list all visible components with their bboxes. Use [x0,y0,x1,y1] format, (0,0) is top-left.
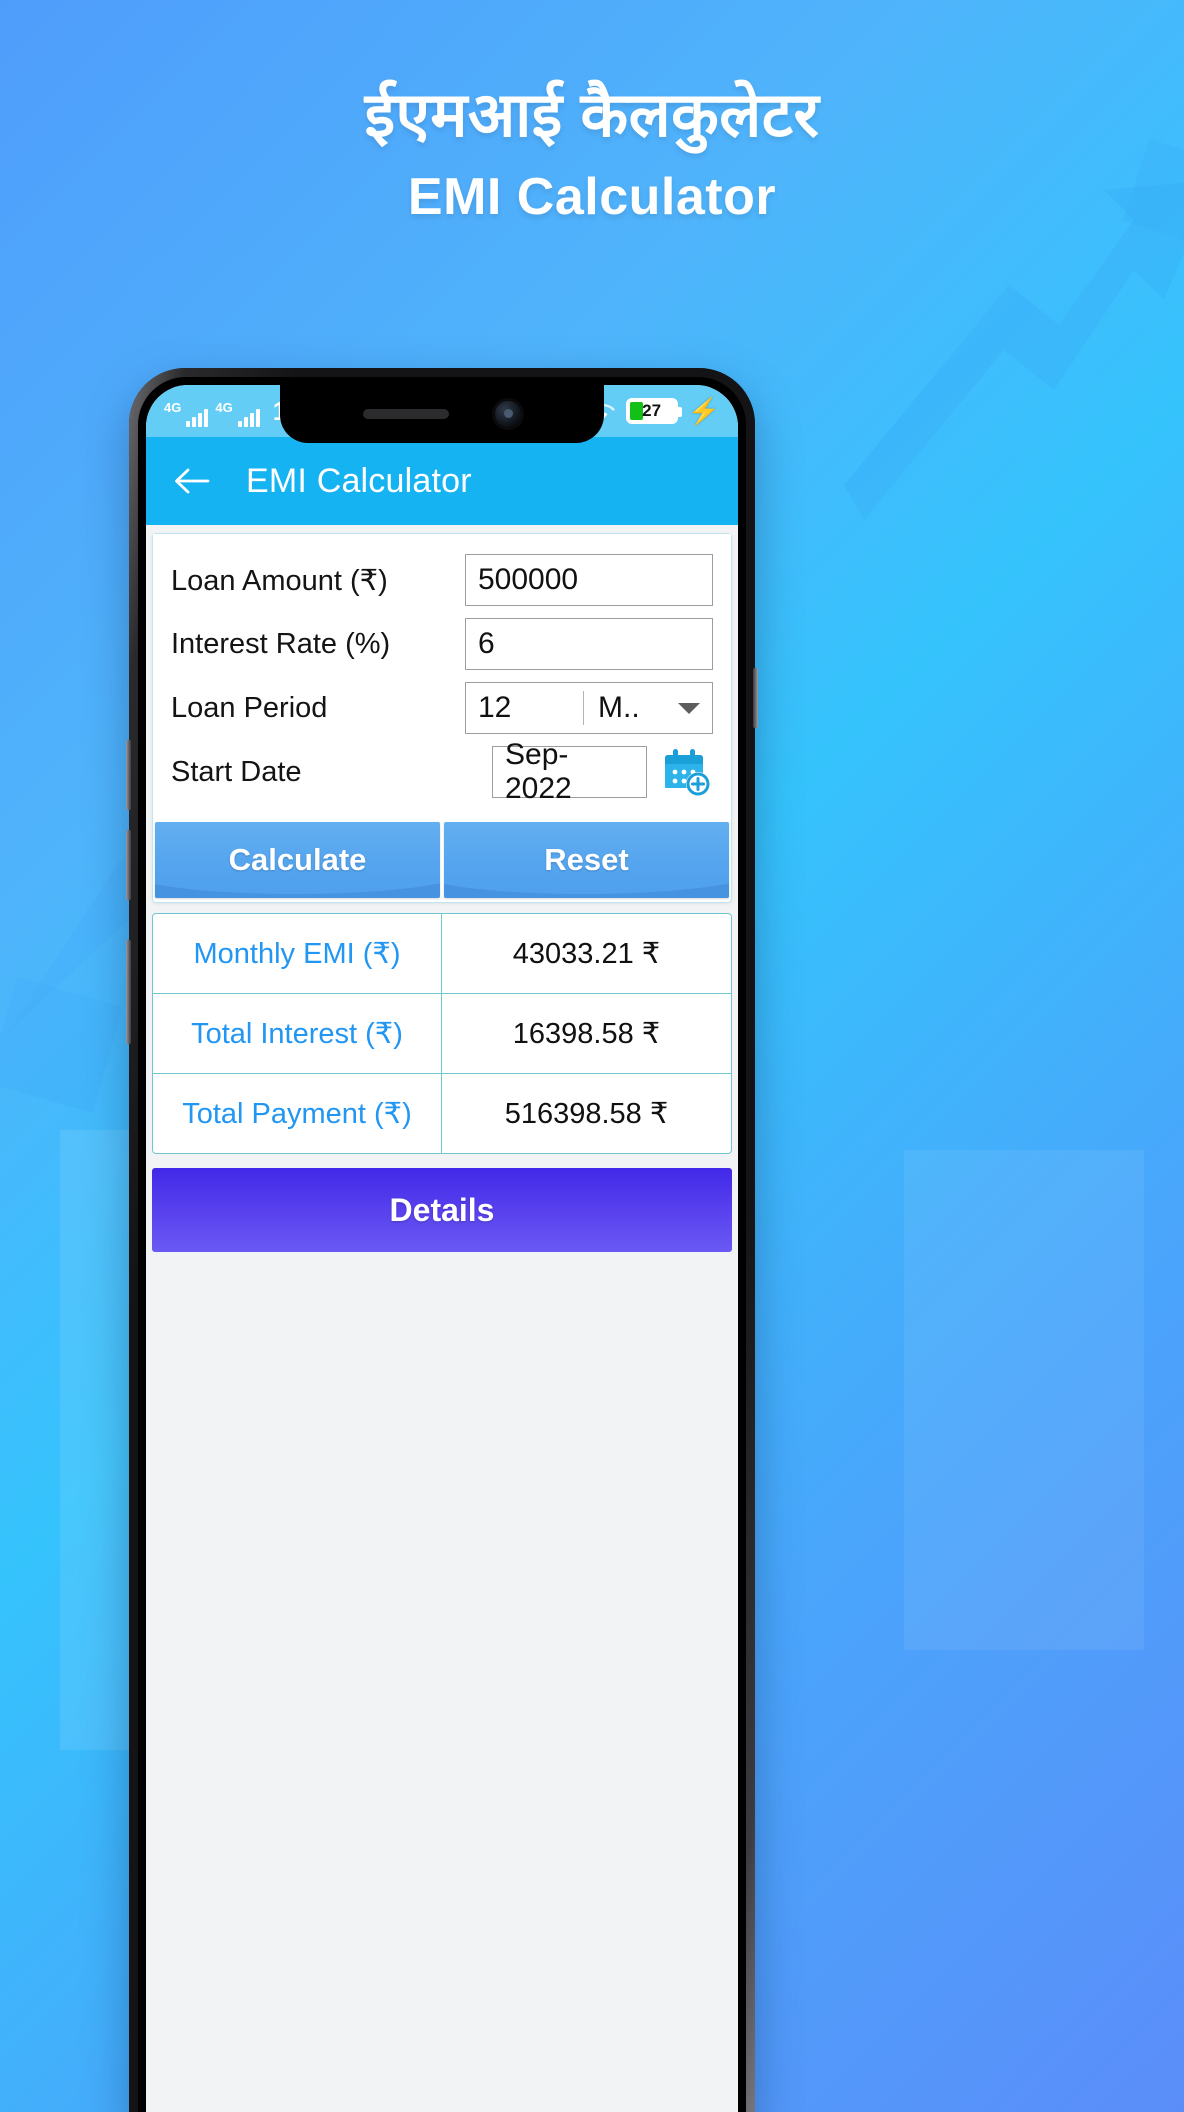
field-row-start-date: Start Date Sep-2022 [171,738,713,805]
signal-sim2-icon: 4G [215,401,260,427]
table-row: Total Payment (₹) 516398.58 ₹ [153,1074,731,1153]
reset-button[interactable]: Reset [444,822,729,898]
app-content: Loan Amount (₹) 500000 Interest Rate (%)… [146,525,738,1672]
chevron-down-icon [678,702,700,714]
table-row: Monthly EMI (₹) 43033.21 ₹ [153,914,731,994]
calculate-button-label: Calculate [228,842,367,877]
start-date-label: Start Date [171,755,302,788]
interest-rate-input[interactable]: 6 [465,618,713,670]
table-row: Total Interest (₹) 16398.58 ₹ [153,994,731,1074]
monthly-emi-label: Monthly EMI (₹) [153,914,442,993]
app-bar-title: EMI Calculator [246,461,472,500]
phone-screen: 4G 4G 15:13 9 [146,385,738,2112]
results-table: Monthly EMI (₹) 43033.21 ₹ Total Interes… [152,913,732,1154]
battery-icon: 27 [625,398,682,424]
monthly-emi-value: 43033.21 ₹ [512,938,661,970]
poster-title-english: EMI Calculator [407,168,777,227]
content-empty-area [152,1252,732,1672]
poster-title-hindi: ईएमआई कैलकुलेटर [364,81,820,150]
loan-amount-label: Loan Amount (₹) [171,564,388,597]
total-payment-label: Total Payment (₹) [153,1074,442,1153]
total-payment-value: 516398.58 ₹ [504,1098,669,1130]
input-form-card: Loan Amount (₹) 500000 Interest Rate (%)… [152,533,732,903]
side-button-right[interactable] [753,668,758,728]
action-button-row: Calculate Reset [153,822,731,902]
poster-stage: ईएमआई कैलकुलेटर EMI Calculator 4G 4G 27 … [0,0,1184,2112]
earpiece-speaker [363,409,449,419]
loan-period-unit-dropdown[interactable]: M.. [584,683,712,733]
loan-period-label: Loan Period [171,691,328,724]
phone-mockup: 4G 4G 15:13 9 [126,368,758,2112]
start-date-input[interactable]: Sep-2022 [492,738,647,805]
reset-button-label: Reset [544,842,629,877]
phone-notch [280,385,604,443]
loan-period-unit-label: M.. [598,691,640,724]
poster-headline: ईएमआई कैलकुलेटर EMI Calculator [0,80,1184,227]
volume-up-button[interactable] [126,740,131,810]
signal-sim1-icon: 4G [164,401,209,427]
battery-percent-label: 27 [642,401,662,420]
details-button[interactable]: Details [152,1168,732,1252]
front-camera [495,401,521,427]
back-arrow-icon[interactable] [172,464,210,498]
background-rect-right-decoration [904,1150,1144,1650]
app-bar: EMI Calculator [146,437,738,525]
power-button[interactable] [126,940,131,1044]
button-wave-decoration [155,883,440,898]
field-row-loan-amount: Loan Amount (₹) 500000 [171,548,713,612]
field-row-interest-rate: Interest Rate (%) 6 [171,612,713,676]
calculate-button[interactable]: Calculate [155,822,440,898]
loan-period-input[interactable]: 12 [466,683,583,733]
lightning-bolt-icon: ⚡ [687,396,720,426]
loan-period-control: 12 M.. [465,682,713,734]
total-interest-value: 16398.58 ₹ [512,1018,661,1050]
calendar-add-icon[interactable] [661,746,713,798]
volume-down-button[interactable] [126,830,131,900]
status-bar: 4G 4G 15:13 9 [146,385,738,443]
phone-bezel: 4G 4G 15:13 9 [138,377,746,2112]
button-wave-decoration [444,883,729,898]
total-interest-label: Total Interest (₹) [153,994,442,1073]
details-button-label: Details [389,1191,495,1228]
field-row-loan-period: Loan Period 12 M.. [171,676,713,740]
interest-rate-label: Interest Rate (%) [171,627,391,660]
input-form: Loan Amount (₹) 500000 Interest Rate (%)… [153,534,731,822]
loan-amount-input[interactable]: 500000 [465,554,713,606]
